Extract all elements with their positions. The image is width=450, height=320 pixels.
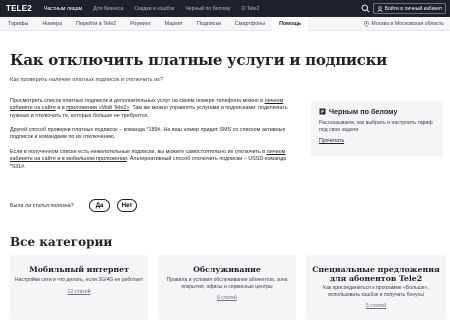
- toplink-black-on-white[interactable]: Черный по белому: [185, 6, 230, 12]
- category-card-special-offers[interactable]: Специальные предложения для абонентов Te…: [306, 255, 446, 320]
- article-paragraph-1: Просмотреть список платных подписок и до…: [10, 98, 292, 120]
- promo-read-link[interactable]: Прочитать: [319, 138, 435, 144]
- promo-title-text: Черным по белому: [329, 107, 398, 116]
- feedback-question: Была ли статья полезна?: [10, 202, 74, 209]
- feedback-yes-button[interactable]: Да: [89, 199, 110, 212]
- article-paragraph-2: Другой способ проверки платных подписок …: [10, 127, 286, 141]
- category-card-service[interactable]: Обслуживание Правила и условия обслужива…: [158, 255, 296, 320]
- document-icon: [319, 108, 326, 115]
- toplink-business[interactable]: Для бизнеса: [93, 6, 123, 12]
- article-text: и в: [55, 105, 67, 112]
- tele2-logo[interactable]: TELE2: [6, 4, 32, 13]
- promo-card: Черным по белому Рассказываем, как выбра…: [311, 101, 443, 157]
- promo-text: Рассказываем, как выбрать и настроить та…: [319, 120, 433, 133]
- category-article-count[interactable]: 5 статей: [306, 303, 446, 309]
- page-subtitle: Как проверить наличие платных подписок и…: [10, 77, 164, 83]
- category-description: Как присоединиться к программе «Больше»,…: [323, 285, 429, 298]
- category-card-mobile-internet[interactable]: Мобильный интернет Настройки сети и что …: [10, 255, 148, 320]
- search-icon[interactable]: [361, 4, 370, 13]
- login-cabinet-button[interactable]: Войти в личный кабинет: [373, 3, 446, 14]
- article-text: Просмотреть список платных подписок и до…: [10, 98, 265, 104]
- region-selector[interactable]: Москва и Московская область: [364, 17, 444, 31]
- toplink-private[interactable]: Частным лицам: [44, 6, 82, 12]
- user-icon: [377, 5, 383, 12]
- category-description: Настройки сети и что делать, если 3G/4G …: [14, 277, 144, 283]
- page-title: Как отключить платные услуги и подписки: [10, 51, 387, 69]
- toplink-about[interactable]: О Tele2: [241, 6, 259, 12]
- link-my-tele2-app[interactable]: приложении «Мой Tele2»: [66, 105, 129, 111]
- region-label: Москва и Московская область: [371, 21, 444, 27]
- nav-roaming[interactable]: Роуминг: [123, 17, 158, 31]
- categories-cards: Мобильный интернет Настройки сети и что …: [10, 255, 450, 320]
- category-name: Специальные предложения для абонентов Te…: [312, 265, 440, 283]
- login-cabinet-label: Войти в личный кабинет: [384, 5, 443, 12]
- category-description: Правила и условия обслуживания абонентов…: [166, 277, 288, 290]
- toplink-discounts[interactable]: Скидки и кэшбэк: [134, 6, 174, 12]
- category-name: Обслуживание: [193, 265, 261, 274]
- category-name: Мобильный интернет: [29, 265, 129, 274]
- nav-switch-to-tele2[interactable]: Перейти в Tele2: [69, 17, 123, 31]
- article-feedback: Была ли статья полезна? Да Нет: [10, 199, 137, 212]
- location-pin-icon: [364, 21, 370, 27]
- feedback-no-button[interactable]: Нет: [117, 199, 137, 212]
- category-article-count[interactable]: 12 статей: [10, 289, 148, 295]
- nav-help[interactable]: Помощь: [272, 16, 309, 31]
- nav-numbers[interactable]: Номера: [35, 17, 69, 31]
- top-links: Частным лицам Для бизнеса Скидки и кэшбэ…: [44, 0, 270, 17]
- nav-subscriptions[interactable]: Подписки: [190, 17, 228, 31]
- article-paragraph-3: Если в полученном списке есть нежелатель…: [10, 149, 292, 171]
- article-text: Если в полученном списке есть нежелатель…: [10, 149, 267, 156]
- nav-tariffs[interactable]: Тарифы: [0, 17, 35, 31]
- nav-smartphones[interactable]: Смартфоны: [228, 17, 272, 31]
- categories-title: Все категории: [10, 235, 113, 249]
- main-nav: Тарифы Номера Перейти в Tele2 Роуминг Ма…: [0, 16, 450, 31]
- nav-market[interactable]: Маркет: [158, 17, 190, 31]
- article-body: Просмотреть список платных подписок и до…: [10, 98, 292, 178]
- top-bar: TELE2 Частным лицам Для бизнеса Скидки и…: [0, 0, 450, 17]
- category-article-count[interactable]: 6 статей: [158, 295, 296, 301]
- promo-title: Черным по белому: [319, 107, 435, 116]
